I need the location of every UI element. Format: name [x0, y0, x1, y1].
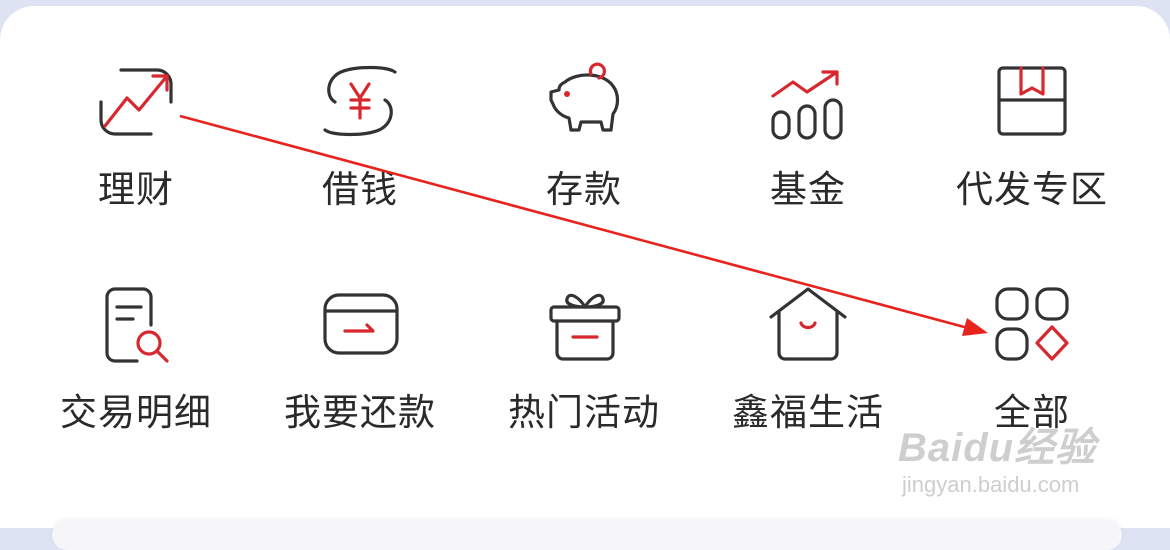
piggy-bank-icon — [539, 56, 629, 146]
menu-item-activities[interactable]: 热门活动 — [484, 235, 684, 434]
menu-item-transactions[interactable]: 交易明细 — [36, 235, 236, 434]
all-apps-icon — [987, 279, 1077, 369]
menu-item-label: 热门活动 — [508, 391, 660, 434]
menu-item-daifa[interactable]: 代发专区 — [932, 12, 1132, 211]
watermark-logo: Baidu经验 — [898, 426, 1097, 470]
yen-loan-icon — [315, 56, 405, 146]
document-search-icon — [91, 279, 181, 369]
next-card-edge — [52, 520, 1122, 550]
menu-item-label: 交易明细 — [60, 391, 212, 434]
card-repay-icon — [315, 279, 405, 369]
menu-item-all[interactable]: 全部 — [932, 235, 1132, 434]
menu-item-repay[interactable]: 我要还款 — [260, 235, 460, 434]
menu-item-licai[interactable]: 理财 — [36, 12, 236, 211]
menu-item-label: 理财 — [98, 168, 174, 211]
fund-growth-icon — [763, 56, 853, 146]
watermark-url: jingyan.baidu.com — [902, 472, 1080, 497]
menu-item-label: 鑫福生活 — [732, 391, 884, 434]
menu-item-label: 存款 — [546, 168, 622, 211]
menu-item-jijin[interactable]: 基金 — [708, 12, 908, 211]
menu-item-label: 借钱 — [322, 168, 398, 211]
menu-item-cunkuan[interactable]: 存款 — [484, 12, 684, 211]
package-box-icon — [987, 56, 1077, 146]
house-smile-icon — [763, 279, 853, 369]
menu-item-label: 我要还款 — [284, 391, 436, 434]
menu-item-jieqian[interactable]: 借钱 — [260, 12, 460, 211]
menu-item-xinfu-life[interactable]: 鑫福生活 — [708, 235, 908, 434]
menu-item-label: 基金 — [770, 168, 846, 211]
chart-trend-icon — [91, 56, 181, 146]
menu-item-label: 代发专区 — [956, 168, 1108, 211]
baidu-watermark: Baidu经验 jingyan.baidu.com — [898, 425, 1118, 499]
gift-icon — [539, 279, 629, 369]
